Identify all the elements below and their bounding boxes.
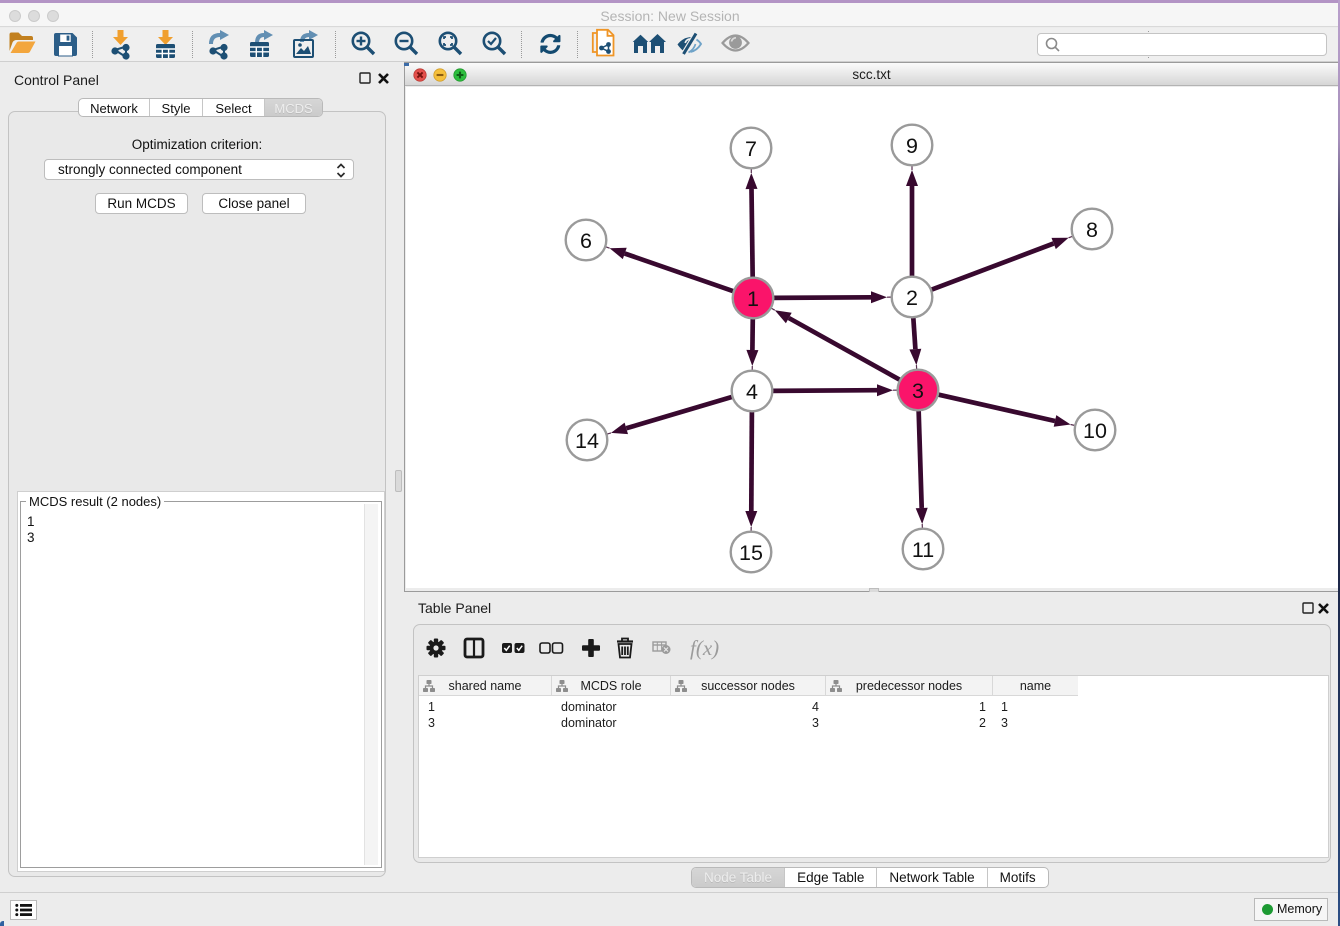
svg-text:2: 2 xyxy=(906,286,918,310)
svg-text:3: 3 xyxy=(912,379,924,403)
svg-text:11: 11 xyxy=(912,538,934,562)
svg-text:4: 4 xyxy=(746,380,758,404)
svg-text:9: 9 xyxy=(906,134,918,158)
svg-text:6: 6 xyxy=(580,229,592,253)
svg-text:10: 10 xyxy=(1083,419,1107,443)
svg-text:15: 15 xyxy=(739,541,763,565)
svg-text:14: 14 xyxy=(575,429,599,453)
svg-text:1: 1 xyxy=(747,287,759,311)
svg-text:8: 8 xyxy=(1086,218,1098,242)
svg-text:f(x): f(x) xyxy=(690,636,719,660)
svg-text:7: 7 xyxy=(745,137,757,161)
